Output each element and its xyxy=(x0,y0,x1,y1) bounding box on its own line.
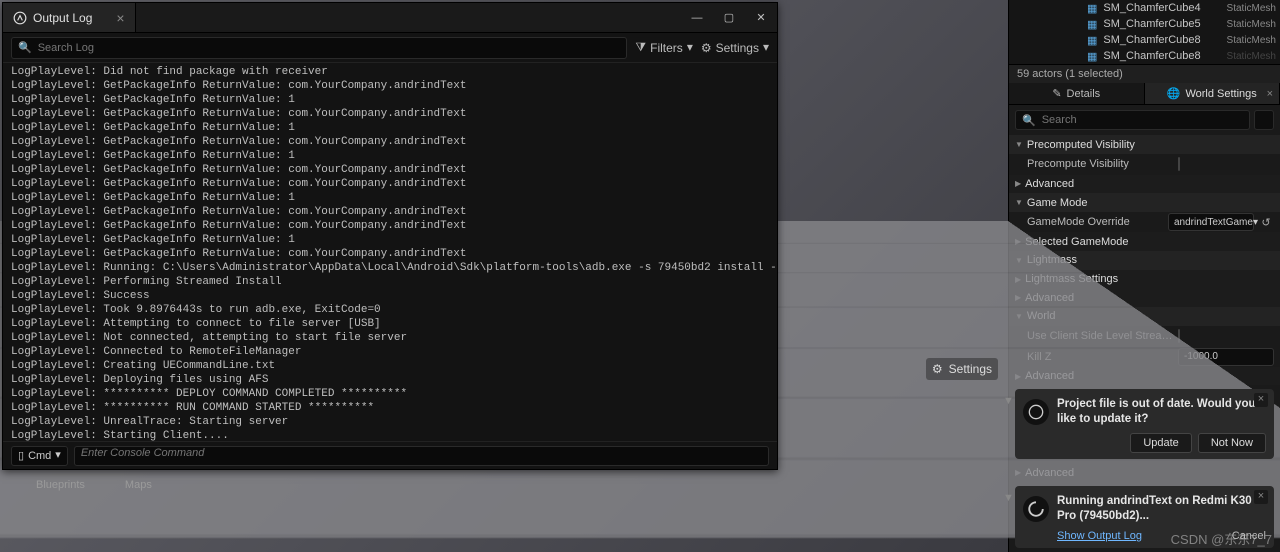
message-running-device: ▼ Running andrindText on Redmi K30 Pro (… xyxy=(1015,486,1274,548)
cat-selected-gamemode[interactable]: ▶Selected GameMode xyxy=(1009,232,1280,251)
close-icon[interactable]: × xyxy=(1254,393,1268,407)
reset-icon[interactable]: ↺ xyxy=(1258,214,1274,230)
gear-icon: ⚙ xyxy=(701,41,712,55)
log-search-input[interactable] xyxy=(38,42,621,54)
actor-name: SM_ChamferCube5 xyxy=(1103,18,1200,30)
viewport-settings-label: Settings xyxy=(949,362,992,376)
actor-type: StaticMesh xyxy=(1227,3,1280,14)
mesh-icon: ▦ xyxy=(1087,18,1097,31)
message-project-outdated: ▼ Project file is out of date. Would you… xyxy=(1015,389,1274,459)
mesh-icon: ▦ xyxy=(1087,50,1097,63)
actor-type: StaticMesh xyxy=(1227,35,1280,46)
update-button[interactable]: Update xyxy=(1130,433,1191,453)
log-search[interactable]: 🔍 xyxy=(11,37,627,59)
minimize-button[interactable]: — xyxy=(681,6,713,30)
scene-outliner[interactable]: ▦ SM_ChamferCube4 StaticMesh ▦ SM_ChamferCub… xyxy=(1009,0,1280,64)
mesh-icon: ▦ xyxy=(1087,2,1097,15)
chevron-down-icon: ▾ xyxy=(55,448,61,461)
close-icon[interactable]: × xyxy=(1254,490,1268,504)
pencil-icon: ✎ xyxy=(1052,87,1061,100)
maximize-button[interactable]: ▢ xyxy=(713,6,745,30)
output-log-panel: Output Log × — ▢ ✕ 🔍 ⧩ Filters ▾ xyxy=(2,2,778,470)
console-icon: ▯ xyxy=(18,449,24,462)
precompute-visibility-checkbox[interactable] xyxy=(1178,157,1180,171)
cancel-link[interactable]: Cancel xyxy=(1232,530,1266,542)
log-output[interactable]: LogPlayLevel: Did not find package with … xyxy=(3,63,777,441)
tab-maps[interactable]: Maps xyxy=(125,479,152,491)
log-settings-dropdown[interactable]: ⚙ Settings ▾ xyxy=(701,41,769,55)
tab-blueprints[interactable]: Blueprints xyxy=(36,479,85,491)
viewport-settings-button[interactable]: ⚙ Settings xyxy=(926,358,998,380)
actor-type: StaticMesh xyxy=(1227,51,1280,62)
cat-advanced-1[interactable]: ▶Advanced xyxy=(1009,175,1280,194)
spinner-icon xyxy=(1023,496,1049,522)
mesh-icon: ▦ xyxy=(1087,34,1097,47)
not-now-button[interactable]: Not Now xyxy=(1198,433,1266,453)
actor-name: SM_ChamferCube8 xyxy=(1103,50,1200,62)
actor-name: SM_ChamferCube4 xyxy=(1103,2,1200,14)
tab-output-log-label: Output Log xyxy=(33,11,92,25)
message-text: Running andrindText on Redmi K30 Pro (79… xyxy=(1057,494,1266,524)
tab-world-settings[interactable]: 🌐 World Settings × xyxy=(1145,83,1280,104)
unreal-logo-icon xyxy=(13,11,27,25)
prop-precompute-visibility: Precompute Visibility xyxy=(1009,154,1280,175)
details-search[interactable]: 🔍 xyxy=(1015,110,1250,130)
actor-name: SM_ChamferCube8 xyxy=(1103,34,1200,46)
chevron-down-icon: ▾ xyxy=(687,40,693,54)
globe-icon: 🌐 xyxy=(1167,87,1181,100)
cmd-target-dropdown[interactable]: ▯ Cmd ▾ xyxy=(11,446,68,466)
close-icon[interactable]: × xyxy=(1267,88,1273,100)
show-output-log-link[interactable]: Show Output Log xyxy=(1057,530,1142,542)
prop-gamemode-override: GameMode Override andrindTextGame▾ ↺ xyxy=(1009,212,1280,233)
console-command-input[interactable] xyxy=(74,446,769,466)
gear-icon: ⚙ xyxy=(932,362,943,376)
chevron-down-icon: ▾ xyxy=(763,40,769,54)
outliner-row[interactable]: ▦ SM_ChamferCube4 StaticMesh xyxy=(1009,0,1280,16)
outliner-row[interactable]: ▦ SM_ChamferCube8 StaticMesh xyxy=(1009,48,1280,64)
cat-precomputed-visibility[interactable]: ▼Precomputed Visibility xyxy=(1009,135,1280,154)
outliner-row[interactable]: ▦ SM_ChamferCube5 StaticMesh xyxy=(1009,16,1280,32)
outliner-row[interactable]: ▦ SM_ChamferCube8 StaticMesh xyxy=(1009,32,1280,48)
close-button[interactable]: ✕ xyxy=(745,6,777,30)
tab-details[interactable]: ✎ Details xyxy=(1009,83,1145,104)
close-icon[interactable]: × xyxy=(116,10,124,26)
actor-type: StaticMesh xyxy=(1227,19,1280,30)
search-icon: 🔍 xyxy=(18,41,32,54)
outliner-status: 59 actors (1 selected) xyxy=(1009,64,1280,83)
search-icon: 🔍 xyxy=(1022,114,1036,127)
filters-dropdown[interactable]: ⧩ Filters ▾ xyxy=(635,40,692,55)
tab-output-log[interactable]: Output Log × xyxy=(3,3,136,32)
content-browser-tabs: Blueprints Maps xyxy=(0,474,152,496)
gamemode-combo[interactable]: andrindTextGame▾ xyxy=(1168,213,1254,231)
cat-game-mode[interactable]: ▼Game Mode xyxy=(1009,193,1280,212)
view-options-button[interactable] xyxy=(1254,110,1274,130)
filter-icon: ⧩ xyxy=(635,40,646,55)
message-text: Project file is out of date. Would you l… xyxy=(1057,397,1266,427)
unreal-logo-icon xyxy=(1023,399,1049,425)
